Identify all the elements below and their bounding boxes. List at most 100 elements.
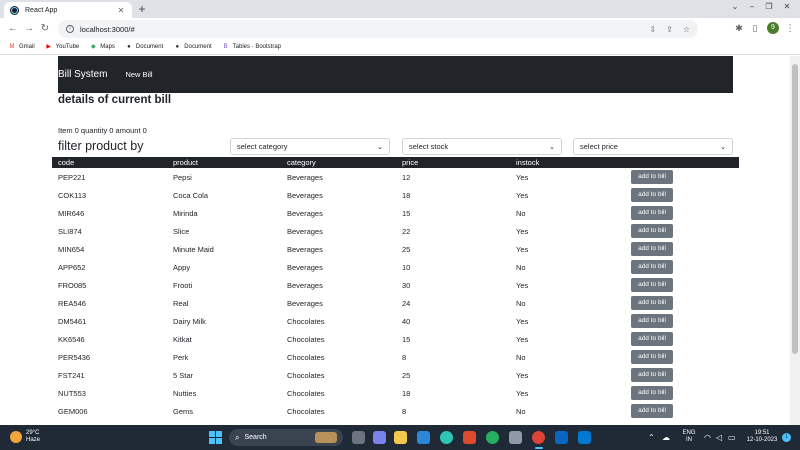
add-to-bill-button[interactable]: add to bill [631,242,673,256]
add-to-bill-button[interactable]: add to bill [631,332,673,346]
profile-avatar[interactable]: 9 [767,22,779,34]
extensions-icon[interactable]: ✱ [733,23,745,34]
cell-code: KK6546 [58,335,85,344]
cloud-icon[interactable]: ☁ [662,433,670,442]
minimize-icon[interactable]: – [745,2,759,11]
browser-tab[interactable]: React App ✕ [4,2,132,18]
edge-icon[interactable] [440,431,453,444]
cell-price: 24 [402,299,411,308]
battery-icon[interactable]: ▭ [728,433,736,442]
bookmark-item[interactable]: ● Document [173,44,211,51]
bookmark-item[interactable]: ● Document [125,44,163,51]
cell-category: Chocolates [287,353,325,362]
wifi-icon[interactable]: ◠ [704,433,711,442]
info-icon[interactable]: i [66,25,74,33]
cell-category: Beverages [287,191,323,200]
cell-code: REA546 [58,299,86,308]
chevron-down-icon[interactable]: ⌄ [728,2,742,11]
close-tab-icon[interactable]: ✕ [116,6,126,15]
camera-icon[interactable] [509,431,522,444]
cell-code: APP652 [58,263,86,272]
bookmark-item[interactable]: B Tables · Bootstrap [222,44,281,51]
add-to-bill-button[interactable]: add to bill [631,170,673,184]
weather-icon[interactable] [10,431,22,443]
taskbar-search[interactable]: ⌕ Search [229,429,343,446]
chevron-down-icon: ⌄ [720,143,726,151]
table-row: MIR646 Mirinda Beverages 15 No add to bill [52,206,739,224]
store-icon[interactable] [417,431,430,444]
file-explorer-icon[interactable] [394,431,407,444]
add-to-bill-button[interactable]: add to bill [631,278,673,292]
vscode-icon[interactable] [578,431,591,444]
add-to-bill-button[interactable]: add to bill [631,260,673,274]
cell-instock: Yes [516,227,529,236]
cell-code: MIN654 [58,245,85,254]
cell-code: NUT553 [58,389,86,398]
time: 19:51 [754,430,770,436]
add-to-bill-button[interactable]: add to bill [631,188,673,202]
bookmark-label: YouTube [55,44,80,50]
task-view-icon[interactable] [352,431,365,444]
address-bar[interactable]: i localhost:3000/# ⇩ ⇪ ☆ [58,20,698,38]
photos-icon[interactable] [486,431,499,444]
language-code: ENG [682,430,696,436]
nav-link-new-bill[interactable]: New Bill [125,70,152,79]
add-to-bill-button[interactable]: add to bill [631,314,673,328]
table-row: PER5436 Perk Chocolates 8 No add to bill [52,350,739,368]
reload-icon[interactable]: ↻ [38,22,52,36]
bookmark-item[interactable]: ◆ Maps [89,44,115,51]
start-icon[interactable] [209,431,222,444]
page-scrollbar[interactable] [790,56,800,425]
chevron-down-icon: ⌄ [377,143,383,151]
bookmark-item[interactable]: M Gmail [8,44,35,51]
navbar-brand[interactable]: Bill System [58,69,107,80]
chrome-icon[interactable] [532,431,545,444]
cell-category: Chocolates [287,317,325,326]
bookmark-star-icon[interactable]: ☆ [683,25,690,34]
youtube-icon: ▶ [46,43,51,50]
column-header-category: category [287,158,316,167]
chevron-up-icon[interactable]: ⌃ [648,433,655,442]
add-to-bill-button[interactable]: add to bill [631,224,673,238]
notification-badge[interactable]: 1 [782,433,791,442]
add-to-bill-button[interactable]: add to bill [631,350,673,364]
gmail-icon: M [9,43,15,50]
share-icon[interactable]: ⇪ [666,25,673,34]
cell-product: Perk [173,353,189,362]
stock-select[interactable]: select stock ⌄ [402,138,562,155]
teams-icon[interactable] [373,431,386,444]
browser-tab-bar: React App ✕ + ⌄ – ❐ ✕ [0,0,800,18]
add-to-bill-button[interactable]: add to bill [631,206,673,220]
back-icon[interactable]: ← [6,22,20,36]
new-tab-icon[interactable]: + [135,2,149,16]
add-to-bill-button[interactable]: add to bill [631,386,673,400]
weather-widget[interactable]: 29°C Haze [26,430,40,444]
cell-price: 25 [402,245,411,254]
scrollbar-thumb[interactable] [792,64,798,354]
language-indicator[interactable]: ENG IN [678,430,700,444]
side-panel-icon[interactable]: ▯ [749,23,761,34]
cell-product: 5 Star [173,371,194,380]
linkedin-icon[interactable] [555,431,568,444]
close-window-icon[interactable]: ✕ [780,2,794,11]
menu-icon[interactable]: ⋮ [784,23,796,34]
add-to-bill-button[interactable]: add to bill [631,404,673,418]
price-select[interactable]: select price ⌄ [573,138,733,155]
restore-icon[interactable]: ❐ [762,2,776,11]
office-icon[interactable] [463,431,476,444]
cell-instock: No [516,209,526,218]
forward-icon[interactable]: → [22,22,36,36]
table-row: FRO085 Frooti Beverages 30 Yes add to bill [52,278,739,296]
bill-summary: Item 0 quantity 0 amount 0 [58,126,147,135]
cell-code: GEM006 [58,407,88,416]
volume-icon[interactable]: ◁ [716,433,722,442]
add-to-bill-button[interactable]: add to bill [631,296,673,310]
stock-select-value: select stock [409,142,449,151]
temperature: 29°C [26,430,40,436]
install-icon[interactable]: ⇩ [649,25,656,34]
category-select[interactable]: select category ⌄ [230,138,390,155]
bookmark-item[interactable]: ▶ YouTube [45,43,80,51]
add-to-bill-button[interactable]: add to bill [631,368,673,382]
bookmark-label: Document [184,44,212,50]
clock[interactable]: 19:51 12-10-2023 [744,430,780,444]
